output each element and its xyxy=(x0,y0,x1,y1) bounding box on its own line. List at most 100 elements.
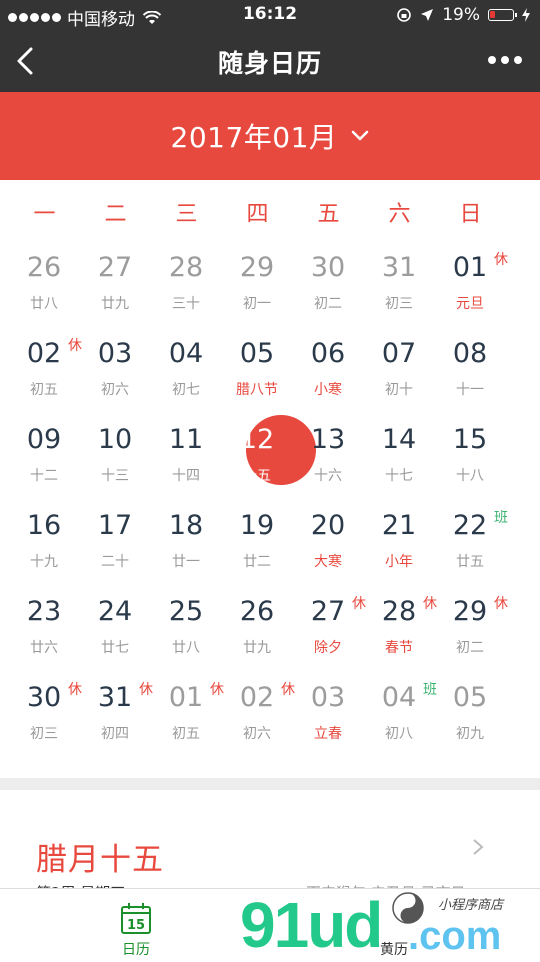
day-cell[interactable]: 01 初五休 xyxy=(142,670,224,756)
day-cell[interactable]: 22 廿五 班 xyxy=(426,498,508,584)
watermark-brand: 91ud xyxy=(240,889,383,961)
day-cell-selected[interactable]: 12 十五 xyxy=(213,412,316,498)
day-number: 25 xyxy=(168,596,204,627)
day-cell[interactable]: 03 初六 xyxy=(71,326,142,412)
weekday-label: 二 xyxy=(104,202,127,227)
lunar-label: 春节 xyxy=(385,640,413,656)
chevron-down-icon[interactable] xyxy=(351,130,369,142)
tab-calendar[interactable]: 15 日历 xyxy=(110,901,162,959)
holiday-badge: 休 xyxy=(494,252,508,268)
week-row: 09 十二 10 十三 11 十四 12 十五 13 十六 14 十七 15 十八 xyxy=(0,412,540,498)
location-icon xyxy=(421,9,434,21)
day-cell[interactable]: 04 初七 xyxy=(142,326,213,412)
lunar-label: 三十 xyxy=(172,296,200,312)
day-cell[interactable]: 28 春节休 xyxy=(355,584,437,670)
day-cell[interactable]: 01 元旦 休 xyxy=(426,240,508,326)
day-cell[interactable]: 28 三十 xyxy=(142,240,213,326)
lunar-label: 十五 xyxy=(243,468,271,484)
lunar-label: 初十 xyxy=(385,382,413,398)
day-cell[interactable]: 03 立春 xyxy=(284,670,355,756)
day-cell[interactable]: 30 初二 xyxy=(284,240,355,326)
tab-calendar-label: 日历 xyxy=(122,942,150,958)
day-cell[interactable]: 16 十九 xyxy=(0,498,71,584)
day-cell[interactable]: 10 十三 xyxy=(71,412,142,498)
day-cell[interactable]: 17 二十 xyxy=(71,498,142,584)
chevron-right-icon[interactable] xyxy=(472,838,484,856)
more-icon[interactable] xyxy=(488,56,522,64)
month-selector[interactable]: 2017年01月 xyxy=(0,92,540,180)
day-number: 29 xyxy=(239,252,275,283)
lunar-label: 初五 xyxy=(30,382,58,398)
day-cell[interactable]: 05 腊八节 xyxy=(213,326,284,412)
lunar-label: 廿五 xyxy=(456,554,484,570)
day-cell[interactable]: 26 廿九 xyxy=(213,584,284,670)
day-cell[interactable]: 05 初九 xyxy=(426,670,497,756)
day-cell[interactable]: 02 初五休 xyxy=(0,326,82,412)
lunar-label: 大寒 xyxy=(314,554,342,570)
day-cell[interactable]: 06 小寒 xyxy=(284,326,355,412)
day-cell[interactable]: 30 初三休 xyxy=(0,670,82,756)
day-cell[interactable]: 04 初八班 xyxy=(355,670,437,756)
day-number: 07 xyxy=(381,338,417,369)
day-number: 30 xyxy=(310,252,346,283)
day-cell[interactable]: 14 十七 xyxy=(355,412,426,498)
lunar-label: 初六 xyxy=(101,382,129,398)
day-number: 15 xyxy=(452,424,488,455)
day-cell[interactable]: 27 除夕休 xyxy=(284,584,366,670)
day-cell[interactable]: 31 初四休 xyxy=(71,670,153,756)
day-number: 11 xyxy=(168,424,204,455)
lunar-label: 十七 xyxy=(385,468,413,484)
day-number: 30 xyxy=(26,682,62,713)
day-cell[interactable]: 25 廿八 xyxy=(142,584,213,670)
day-cell[interactable]: 11 十四 xyxy=(142,412,213,498)
day-detail[interactable]: 腊月十五 第2周 星期四 丙申猴年 辛丑月 己亥日 xyxy=(0,790,540,902)
orientation-lock-icon xyxy=(397,8,412,22)
lunar-label: 二十 xyxy=(101,554,129,570)
day-number: 20 xyxy=(310,510,346,541)
day-cell[interactable]: 20 大寒 xyxy=(284,498,355,584)
day-number: 03 xyxy=(310,682,346,713)
day-number: 06 xyxy=(310,338,346,369)
lunar-date: 腊月十五 xyxy=(36,842,164,878)
day-cell[interactable]: 13 十六 xyxy=(284,412,355,498)
day-cell[interactable]: 24 廿七 xyxy=(71,584,142,670)
lunar-label: 初五 xyxy=(172,726,200,742)
day-cell[interactable]: 23 廿六 xyxy=(0,584,71,670)
lunar-label: 十四 xyxy=(172,468,200,484)
day-number: 01 xyxy=(168,682,204,713)
day-cell[interactable]: 27 廿九 xyxy=(71,240,142,326)
day-cell[interactable]: 31 初三 xyxy=(355,240,426,326)
day-number: 27 xyxy=(97,252,133,283)
page-title: 随身日历 xyxy=(217,49,322,78)
day-number: 18 xyxy=(168,510,204,541)
day-number: 09 xyxy=(26,424,62,455)
day-cell[interactable]: 21 小年 xyxy=(355,498,426,584)
battery-icon xyxy=(488,9,517,21)
battery-percent: 19% xyxy=(442,5,480,25)
day-number: 26 xyxy=(239,596,275,627)
day-cell[interactable]: 26 廿八 xyxy=(0,240,71,326)
lunar-label: 廿八 xyxy=(30,296,58,312)
lunar-label: 廿八 xyxy=(172,640,200,656)
day-cell[interactable]: 09 十二 xyxy=(0,412,71,498)
day-cell[interactable]: 29 初二 休 xyxy=(426,584,508,670)
day-cell[interactable]: 19 廿二 xyxy=(213,498,284,584)
lunar-label: 廿二 xyxy=(243,554,271,570)
lunar-label: 廿一 xyxy=(172,554,200,570)
day-number: 23 xyxy=(26,596,62,627)
status-right: 19% xyxy=(396,5,530,25)
day-cell[interactable]: 29 初一 xyxy=(213,240,284,326)
day-number: 01 xyxy=(452,252,488,283)
month-label[interactable]: 2017年01月 xyxy=(171,116,338,156)
day-cell[interactable]: 15 十八 xyxy=(426,412,497,498)
lunar-label: 立春 xyxy=(314,726,342,742)
day-number: 04 xyxy=(168,338,204,369)
day-number: 21 xyxy=(381,510,417,541)
lunar-label: 廿九 xyxy=(243,640,271,656)
day-cell[interactable]: 08 十一 xyxy=(426,326,497,412)
section-divider xyxy=(0,778,540,790)
lunar-label: 十八 xyxy=(456,468,484,484)
day-cell[interactable]: 02 初六休 xyxy=(213,670,295,756)
day-cell[interactable]: 18 廿一 xyxy=(142,498,213,584)
day-cell[interactable]: 07 初十 xyxy=(355,326,426,412)
